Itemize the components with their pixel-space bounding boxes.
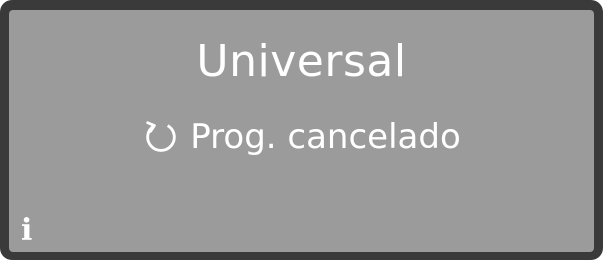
display-bezel: Universal Prog. cancelado i [0,0,603,260]
program-name: Universal [196,36,407,87]
display-screen: Universal Prog. cancelado i [9,10,594,252]
status-text: Prog. cancelado [190,117,461,157]
cancel-icon [146,121,176,152]
info-icon[interactable]: i [21,216,32,246]
status-row: Prog. cancelado [9,118,594,156]
